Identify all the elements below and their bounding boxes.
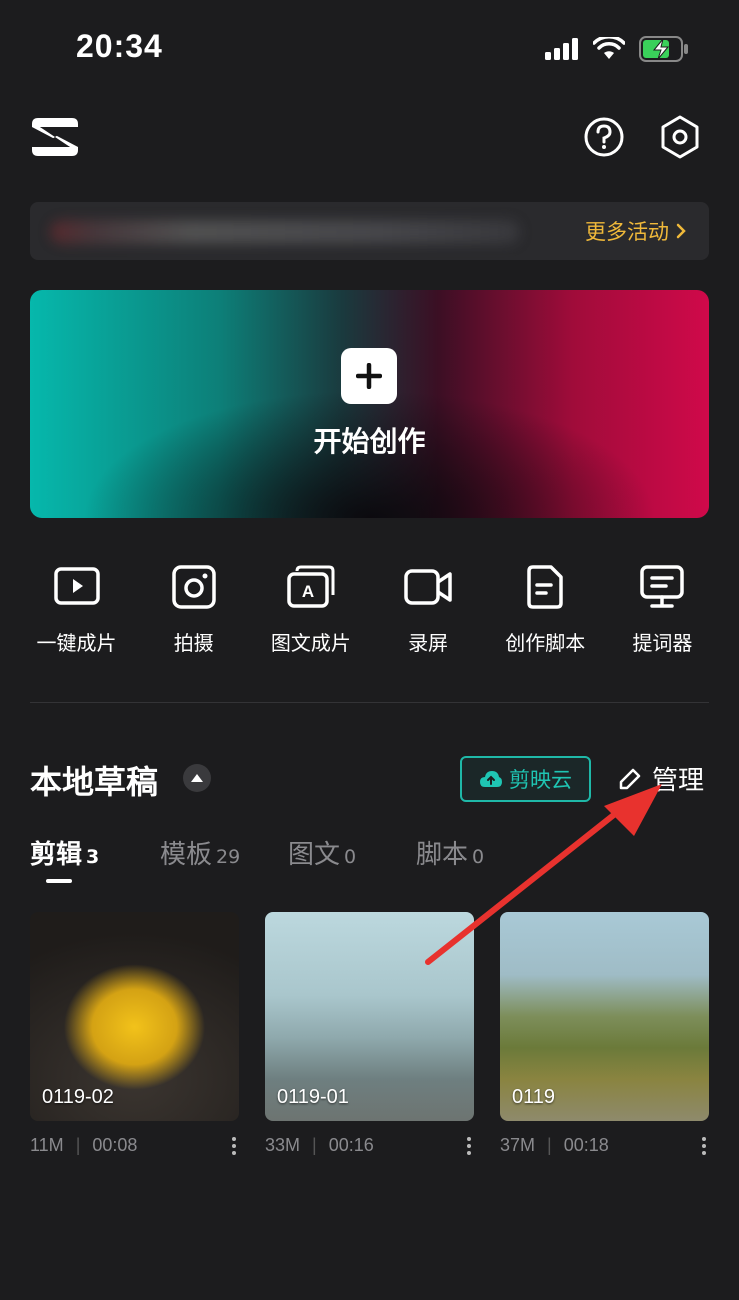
draft-card[interactable]: 0119-01 33M | 00:16 <box>265 912 474 1156</box>
tools-row: 一键成片 拍摄 A 图文成片 录屏 创作脚本 提词器 <box>18 565 721 656</box>
tab-count: 29 <box>216 846 241 868</box>
tool-label: 创作脚本 <box>505 631 586 655</box>
text-image-icon: A <box>287 565 335 608</box>
banner-blurred-content <box>50 220 520 244</box>
script-icon <box>527 565 563 609</box>
cloud-upload-icon <box>480 771 502 787</box>
draft-duration: 00:08 <box>92 1135 138 1155</box>
start-create-label: 开始创作 <box>313 425 426 458</box>
more-options-icon[interactable] <box>229 1136 239 1155</box>
tab-label: 图文 <box>288 840 341 870</box>
meta-separator: | <box>75 1135 81 1155</box>
more-options-icon[interactable] <box>699 1136 709 1155</box>
status-time: 20:34 <box>76 28 163 64</box>
active-tab-indicator <box>46 879 72 883</box>
activity-banner[interactable]: 更多活动 <box>30 202 709 260</box>
tool-label: 图文成片 <box>270 631 351 655</box>
battery-charging-icon <box>639 36 688 62</box>
draft-meta: 33M | 00:16 <box>265 1135 474 1156</box>
tab-template[interactable]: 模板 29 <box>160 834 288 871</box>
status-icons <box>545 36 689 62</box>
local-drafts-title: 本地草稿 <box>30 763 159 801</box>
draft-name: 0119-01 <box>277 1086 349 1108</box>
tool-teleprompter[interactable]: 提词器 <box>604 565 721 656</box>
draft-thumbnail: 0119-02 <box>30 912 239 1121</box>
chevron-right-icon <box>676 223 686 239</box>
plus-icon <box>341 348 397 404</box>
tab-image-text[interactable]: 图文 0 <box>288 834 416 871</box>
cloud-label: 剪映云 <box>509 768 572 792</box>
meta-separator: | <box>547 1135 552 1155</box>
tab-label: 脚本 <box>416 840 469 870</box>
tool-label: 录屏 <box>408 631 449 655</box>
more-activities-label: 更多活动 <box>585 220 669 244</box>
tool-label: 一键成片 <box>36 631 117 655</box>
tool-creation-script[interactable]: 创作脚本 <box>487 565 604 656</box>
tab-edit[interactable]: 剪辑 3 <box>30 834 160 871</box>
draft-meta: 11M | 00:08 <box>30 1135 239 1156</box>
draft-thumbnail: 0119-01 <box>265 912 474 1121</box>
draft-name: 0119-02 <box>42 1086 114 1108</box>
tool-label: 拍摄 <box>173 631 214 655</box>
draft-size: 33M <box>265 1135 301 1155</box>
tool-label: 提词器 <box>632 631 693 655</box>
wifi-icon <box>593 37 625 59</box>
start-create-button[interactable]: 开始创作 <box>30 290 709 518</box>
draft-duration: 00:16 <box>328 1135 374 1155</box>
signal-icon <box>545 38 578 60</box>
svg-text:A: A <box>302 582 314 601</box>
draft-thumbnail: 0119 <box>500 912 709 1121</box>
draft-duration: 00:18 <box>563 1135 609 1155</box>
tab-label: 模板 <box>160 840 213 870</box>
draft-meta: 37M | 00:18 <box>500 1135 709 1156</box>
tool-one-click[interactable]: 一键成片 <box>18 565 135 656</box>
more-activities-link[interactable]: 更多活动 <box>585 216 687 246</box>
settings-icon[interactable] <box>658 114 702 160</box>
collapse-toggle[interactable] <box>183 764 211 792</box>
draft-card[interactable]: 0119 37M | 00:18 <box>500 912 709 1156</box>
tool-screen-record[interactable]: 录屏 <box>370 565 487 656</box>
play-box-icon <box>53 567 100 605</box>
video-camera-icon <box>404 569 452 605</box>
divider <box>30 702 709 703</box>
more-options-icon[interactable] <box>464 1136 474 1155</box>
camera-icon <box>171 565 216 609</box>
tab-label: 剪辑 <box>30 840 83 870</box>
tab-count: 0 <box>472 846 485 868</box>
tool-shoot[interactable]: 拍摄 <box>135 565 252 656</box>
tab-count: 3 <box>86 846 100 868</box>
tab-script[interactable]: 脚本 0 <box>416 834 526 871</box>
cloud-button[interactable]: 剪映云 <box>460 756 591 802</box>
manage-label: 管理 <box>652 766 705 796</box>
help-icon[interactable] <box>583 116 625 158</box>
draft-card[interactable]: 0119-02 11M | 00:08 <box>30 912 239 1156</box>
draft-size: 37M <box>500 1135 536 1155</box>
edit-pencil-icon <box>619 768 641 789</box>
tool-text-to-video[interactable]: A 图文成片 <box>252 565 369 656</box>
draft-tabs: 剪辑 3 模板 29 图文 0 脚本 0 <box>30 834 526 871</box>
manage-button[interactable]: 管理 <box>618 760 704 797</box>
tab-count: 0 <box>344 846 357 868</box>
teleprompter-icon <box>640 565 685 608</box>
capcut-logo <box>32 118 78 156</box>
draft-size: 11M <box>30 1135 64 1155</box>
draft-name: 0119 <box>512 1086 556 1108</box>
meta-separator: | <box>312 1135 317 1155</box>
triangle-up-icon <box>191 774 203 782</box>
